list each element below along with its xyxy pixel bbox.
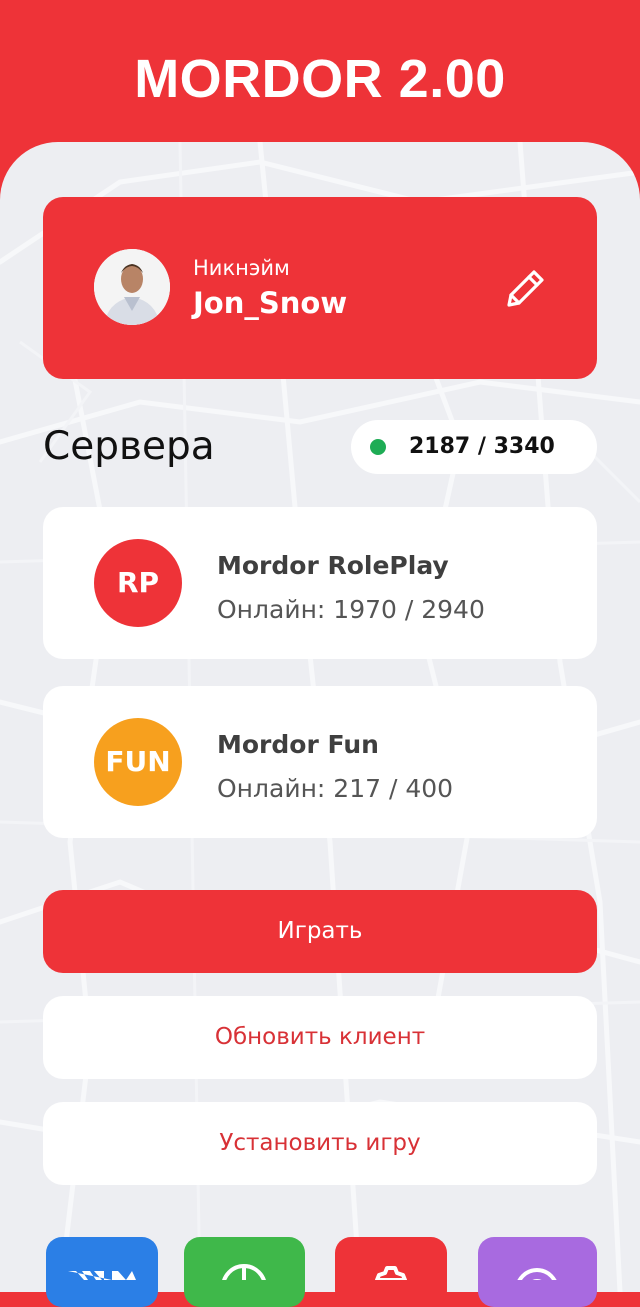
total-online-pill: 2187 / 3340 [351,420,597,474]
character-avatar [94,249,170,325]
settings-button[interactable] [335,1237,447,1307]
nickname-caption: Никнэйм [193,256,290,280]
update-client-button[interactable]: Обновить клиент [43,996,597,1079]
server-name: Mordor Fun [217,730,379,759]
vk-icon [68,1271,136,1280]
server-online: Онлайн: 1970 / 2940 [217,595,485,624]
support-button[interactable] [478,1237,597,1307]
server-name: Mordor RolePlay [217,551,449,580]
server-badge: RP [94,539,182,627]
online-status-dot [370,439,386,455]
install-game-button[interactable]: Установить игру [43,1102,597,1185]
donate-icon [222,1264,266,1280]
donate-button[interactable] [184,1237,305,1307]
pencil-icon[interactable] [501,265,549,313]
settings-icon [375,1266,407,1280]
app-title: MORDOR 2.00 [134,49,506,109]
total-online-count: 2187 / 3340 [409,434,555,459]
server-card-fun[interactable]: FUN Mordor Fun Онлайн: 217 / 400 [43,686,597,838]
support-icon [517,1268,557,1280]
nickname-value: Jon_Snow [193,286,348,320]
server-card-roleplay[interactable]: RP Mordor RolePlay Онлайн: 1970 / 2940 [43,507,597,659]
vk-button[interactable] [46,1237,158,1307]
server-badge: FUN [94,718,182,806]
server-online: Онлайн: 217 / 400 [217,774,454,803]
play-button[interactable]: Играть [43,890,597,973]
servers-title: Сервера [43,424,215,469]
profile-card: Никнэйм Jon_Snow [43,197,597,379]
